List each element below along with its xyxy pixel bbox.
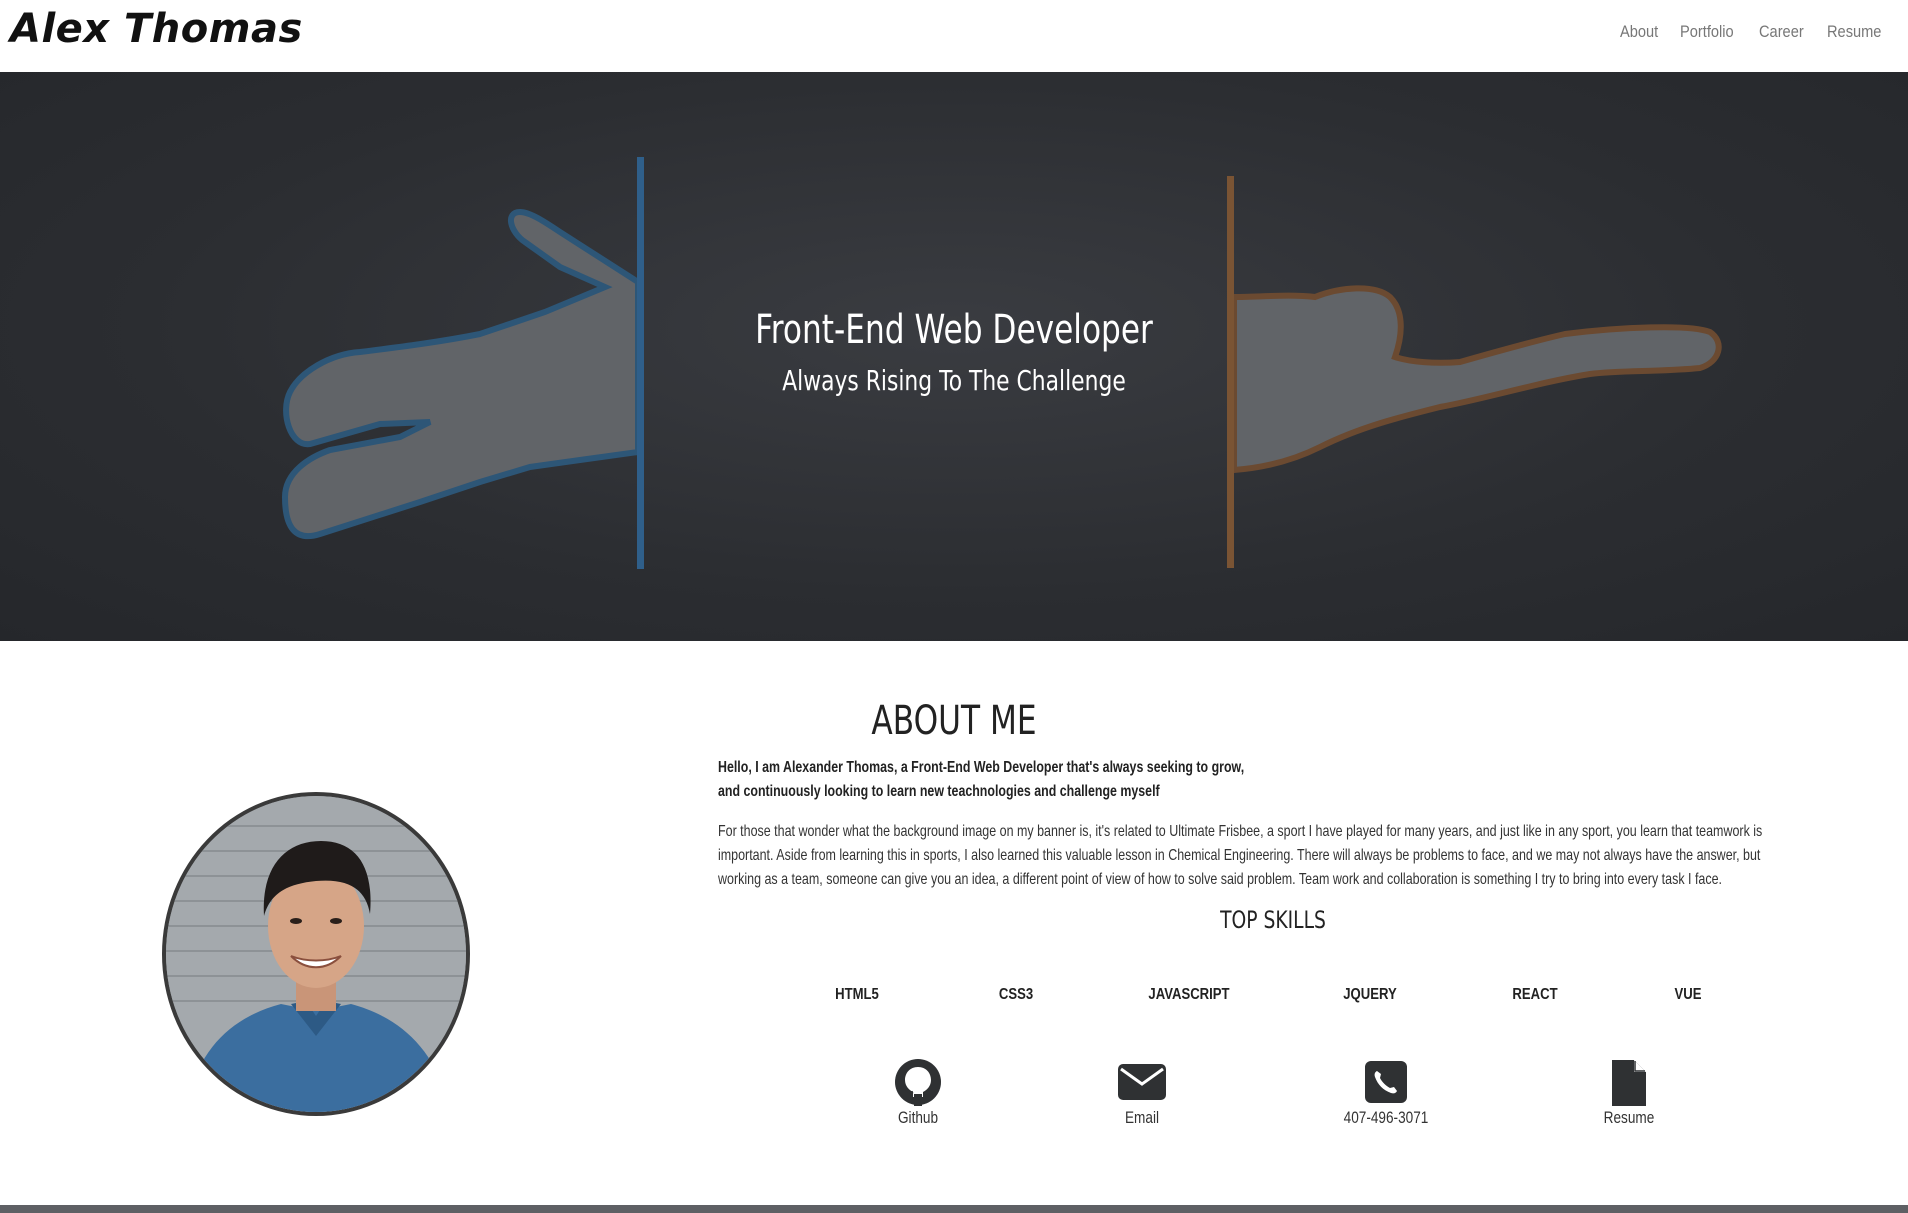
nav-menu: About Portfolio Career Resume: [1620, 22, 1890, 42]
skill-css3: CSS3: [998, 986, 1034, 1003]
phone-link[interactable]: 407-496-3071: [1306, 1058, 1466, 1128]
hero-title: Front-End Web Developer: [755, 307, 1153, 353]
profile-photo: [162, 792, 470, 1116]
nav-link-portfolio[interactable]: Portfolio: [1680, 22, 1734, 42]
nav-link-career[interactable]: Career: [1759, 22, 1804, 42]
site-brand[interactable]: Alex Thomas: [10, 6, 303, 52]
github-link[interactable]: Github: [838, 1058, 998, 1128]
skill-jquery: JQUERY: [1343, 986, 1397, 1003]
paragraph-line-2: important. Aside from learning this in s…: [718, 847, 1761, 864]
footer-bar: [0, 1205, 1908, 1213]
nav-link-about[interactable]: About: [1620, 22, 1658, 42]
file-icon: [1612, 1060, 1646, 1106]
about-title: ABOUT ME: [871, 698, 1037, 744]
resume-link[interactable]: Resume: [1549, 1058, 1709, 1128]
phone-icon: [1365, 1061, 1407, 1103]
github-label: Github: [897, 1108, 939, 1127]
skill-vue: VUE: [1674, 986, 1702, 1003]
blue-divider-line: [637, 157, 644, 569]
avatar: [166, 796, 466, 1112]
resume-label: Resume: [1603, 1108, 1655, 1127]
email-link[interactable]: Email: [1062, 1058, 1222, 1128]
hero-subtitle: Always Rising To The Challenge: [782, 364, 1126, 397]
skill-javascript: JAVASCRIPT: [1148, 986, 1230, 1003]
skill-html5: HTML5: [835, 986, 879, 1003]
paragraph-line-3: working as a team, someone can give you …: [718, 871, 1723, 888]
envelope-icon: [1118, 1064, 1166, 1100]
about-intro: Hello, I am Alexander Thomas, a Front-En…: [718, 756, 1298, 804]
skills-title: TOP SKILLS: [1220, 906, 1326, 934]
nav-link-resume[interactable]: Resume: [1827, 22, 1881, 42]
hero-banner: Front-End Web Developer Always Rising To…: [0, 72, 1908, 641]
phone-label: 407-496-3071: [1343, 1108, 1429, 1127]
intro-line-1: Hello, I am Alexander Thomas, a Front-En…: [718, 759, 1245, 776]
skill-react: REACT: [1512, 986, 1558, 1003]
email-label: Email: [1124, 1108, 1159, 1127]
intro-line-2: and continuously looking to learn new te…: [718, 783, 1160, 800]
top-navbar: Alex Thomas About Portfolio Career Resum…: [0, 0, 1908, 73]
paragraph-line-1: For those that wonder what the backgroun…: [718, 823, 1763, 840]
hero-background-image: [281, 157, 1722, 569]
about-paragraph: For those that wonder what the backgroun…: [718, 820, 1818, 892]
github-icon: [895, 1059, 941, 1106]
